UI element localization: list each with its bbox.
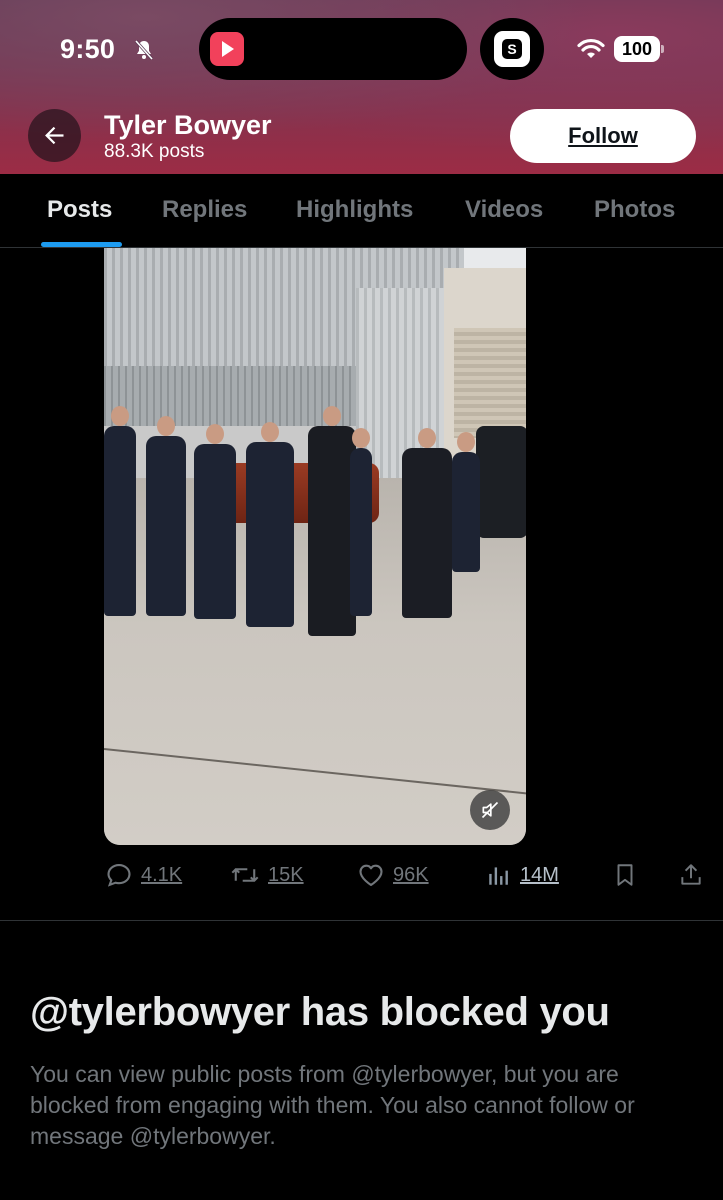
analytics-icon: [489, 867, 508, 885]
view-count: 14M: [520, 863, 559, 886]
battery-tip: [661, 45, 664, 53]
blocked-title: @tylerbowyer has blocked you: [30, 990, 610, 1034]
video-person: [350, 428, 372, 616]
battery-indicator: 100: [614, 36, 664, 62]
repost-count: 15K: [268, 863, 304, 886]
reply-icon: [107, 864, 131, 887]
video-person: [194, 424, 236, 619]
heart-icon: [359, 864, 383, 886]
wifi-icon: [577, 38, 605, 58]
views-button[interactable]: 14M: [486, 855, 559, 895]
posts-count: 88.3K posts: [104, 141, 205, 162]
bookmark-icon: [617, 864, 633, 886]
share-icon: [681, 864, 701, 885]
tab-replies[interactable]: Replies: [162, 196, 247, 224]
profile-tabs: Posts Replies Highlights Videos Photos: [0, 174, 723, 248]
video-person: [402, 428, 452, 618]
speaker-muted-icon: [481, 801, 499, 819]
repost-icon: [231, 868, 259, 882]
post-actions: 4.1K 15K 96K 14M: [0, 855, 723, 895]
follow-button[interactable]: Follow: [510, 109, 696, 163]
share-button[interactable]: [678, 855, 704, 895]
reply-count: 4.1K: [141, 863, 183, 886]
blocked-description: You can view public posts from @tylerbow…: [30, 1061, 635, 1149]
tab-highlights[interactable]: Highlights: [296, 196, 413, 224]
dynamic-island[interactable]: [199, 18, 467, 80]
battery-level: 100: [614, 36, 660, 62]
like-button[interactable]: 96K: [357, 855, 429, 895]
bookmark-button[interactable]: [612, 855, 638, 895]
tab-videos[interactable]: Videos: [465, 196, 543, 224]
active-tab-indicator: [41, 242, 122, 247]
section-divider: [0, 920, 723, 921]
status-bar: 9:50 S 100: [0, 18, 723, 80]
video-person: [146, 416, 186, 616]
video-person: [246, 422, 294, 627]
video-person: [452, 432, 480, 572]
app-indicator[interactable]: S: [480, 18, 544, 80]
post-video[interactable]: [104, 248, 526, 845]
video-vehicle: [476, 426, 526, 538]
like-count: 96K: [393, 863, 429, 886]
tab-posts[interactable]: Posts: [47, 196, 112, 224]
video-person: [104, 406, 136, 616]
status-time: 9:50: [60, 34, 116, 64]
tab-photos[interactable]: Photos: [594, 196, 675, 224]
profile-header: 9:50 S 100 Tyler Bowyer 88.3K posts Foll…: [0, 0, 723, 174]
video-person: [308, 406, 356, 636]
profile-name: Tyler Bowyer: [104, 110, 272, 140]
back-button[interactable]: [28, 109, 81, 162]
reply-button[interactable]: 4.1K: [105, 855, 182, 895]
media-app-icon: [210, 32, 244, 66]
arrow-left-icon: [45, 126, 64, 145]
video-hangar-door: [454, 328, 526, 438]
s-app-icon: S: [494, 31, 530, 67]
repost-button[interactable]: 15K: [230, 855, 304, 895]
bell-off-icon: [134, 40, 154, 60]
mute-button[interactable]: [470, 790, 510, 830]
